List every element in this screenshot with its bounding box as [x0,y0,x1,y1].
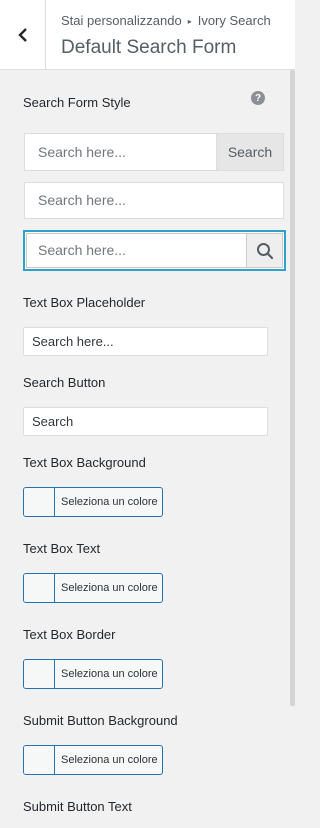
color-button-label: Seleziona un colore [61,496,158,508]
color-button-label: Seleziona un colore [61,754,158,766]
color-swatch [24,488,55,516]
search-style-option-3-selected[interactable]: Search here... [23,230,286,271]
breadcrumb-section: Ivory Search [197,13,271,28]
color-swatch [24,574,55,602]
breadcrumb: Stai personalizzando ▸ Ivory Search [61,13,271,28]
style-option-search-icon-button [246,234,282,267]
text-box-border-label: Text Box Border [23,627,116,642]
submit-button-text-label: Submit Button Text [23,799,132,814]
color-swatch [24,746,55,774]
style-option-placeholder: Search here... [38,242,126,258]
customizer-header: Stai personalizzando ▸ Ivory Search Defaul… [0,0,295,70]
submit-button-background-label: Submit Button Background [23,713,178,728]
search-style-option-1[interactable]: Search here... Search [24,133,284,171]
scrollbar-thumb[interactable] [290,70,295,706]
search-button-label: Search Button [23,375,106,390]
breadcrumb-prefix: Stai personalizzando [61,13,182,28]
color-button-label: Seleziona un colore [61,668,158,680]
text-box-border-color-button[interactable]: Seleziona un colore [23,659,163,689]
search-style-option-2[interactable]: Search here... [24,182,284,219]
search-form-style-label: Search Form Style [23,95,131,110]
scrollbar[interactable] [290,70,295,828]
search-button-input[interactable] [23,407,268,436]
style-option-search-button: Search [216,134,283,170]
color-button-label: Seleziona un colore [61,582,158,594]
help-icon[interactable]: ? [251,91,265,105]
chevron-left-icon [17,27,27,42]
submit-button-background-color-button[interactable]: Seleziona un colore [23,745,163,775]
breadcrumb-separator: ▸ [187,17,192,26]
text-box-placeholder-label: Text Box Placeholder [23,295,146,310]
style-option-placeholder: Search here... [38,144,126,160]
text-box-background-color-button[interactable]: Seleziona un colore [23,487,163,517]
text-box-background-label: Text Box Background [23,455,146,470]
style-option-placeholder: Search here... [38,192,126,208]
text-box-placeholder-input[interactable] [23,327,268,356]
style-option-input-frame: Search here... [26,233,283,268]
search-icon [256,242,273,259]
text-box-text-color-button[interactable]: Seleziona un colore [23,573,163,603]
text-box-text-label: Text Box Text [23,541,101,556]
color-swatch [24,660,55,688]
back-button[interactable] [0,0,46,69]
page-title: Default Search Form [61,37,237,58]
